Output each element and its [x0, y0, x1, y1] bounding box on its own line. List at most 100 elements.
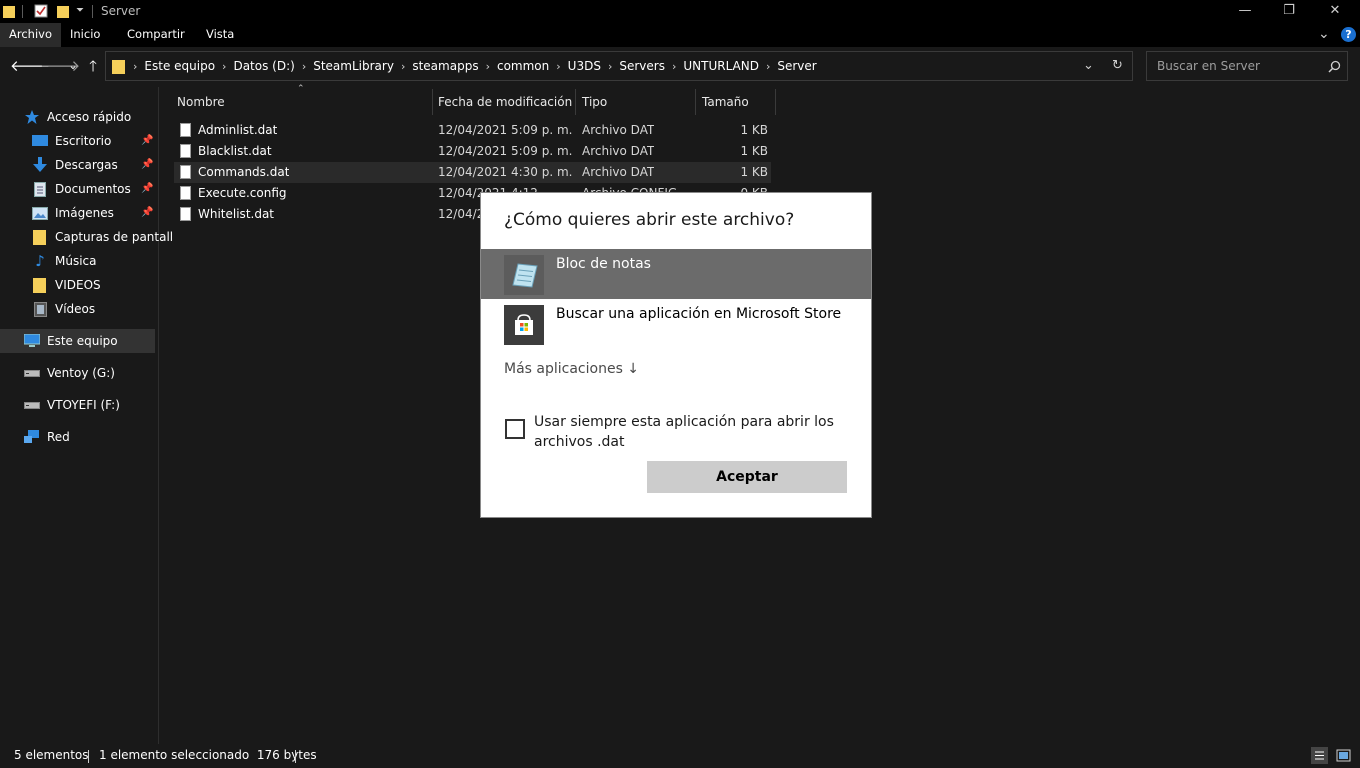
- refresh-icon[interactable]: ↻: [1112, 58, 1123, 73]
- breadcrumb-u3ds[interactable]: U3DS: [568, 59, 601, 73]
- sidebar-item-imagenes[interactable]: Imágenes: [32, 201, 114, 225]
- selection-info: 1 elemento seleccionado 176 bytes: [99, 748, 317, 762]
- folder-icon: [3, 6, 15, 18]
- tab-vista[interactable]: Vista: [197, 23, 243, 47]
- file-name: Blacklist.dat: [198, 144, 272, 158]
- always-use-checkbox[interactable]: [505, 419, 525, 439]
- large-icons-view-icon[interactable]: [1335, 747, 1352, 764]
- sidebar-item-vtoyefi[interactable]: VTOYEFI (F:): [24, 393, 120, 417]
- navigation-pane: Acceso rápido Escritorio 📌 Descargas 📌 D…: [0, 87, 173, 744]
- desktop-icon: [32, 133, 48, 149]
- back-button[interactable]: 🡐: [10, 57, 50, 75]
- sidebar-item-label: VIDEOS: [55, 278, 101, 292]
- column-divider[interactable]: [432, 89, 433, 115]
- drive-icon: [24, 365, 40, 381]
- always-use-label: Usar siempre esta aplicación para abrir …: [534, 414, 834, 450]
- documents-icon: [32, 181, 48, 197]
- sidebar-item-documentos[interactable]: Documentos: [32, 177, 131, 201]
- sidebar-item-videos[interactable]: Vídeos: [32, 297, 95, 321]
- customize-toolbar-icon[interactable]: ⏷: [76, 5, 84, 16]
- sidebar-item-label: Música: [55, 254, 97, 268]
- help-icon[interactable]: ?: [1341, 27, 1356, 42]
- network-icon: [24, 429, 40, 445]
- videos-icon: [32, 301, 48, 317]
- folder-icon: [32, 229, 48, 245]
- up-button[interactable]: 🡑: [84, 57, 102, 75]
- column-divider[interactable]: [775, 89, 776, 115]
- search-input[interactable]: [1155, 58, 1319, 74]
- column-header-name[interactable]: Nombre: [177, 89, 225, 115]
- download-icon: [32, 157, 48, 173]
- file-date: 12/04/2021 4:30 p. m.: [438, 165, 573, 179]
- column-header-date[interactable]: Fecha de modificación: [438, 89, 572, 115]
- search-box[interactable]: [1146, 51, 1348, 81]
- close-button[interactable]: ✕: [1312, 0, 1358, 23]
- navigation-bar: 🡐 🡒 ⌄ 🡑 › Este equipo › Datos (D:) › Ste…: [0, 47, 1360, 87]
- sidebar-item-red[interactable]: Red: [24, 425, 70, 449]
- sidebar-item-label: Descargas: [55, 158, 118, 172]
- more-apps-link[interactable]: Más aplicaciones ↓: [504, 361, 639, 377]
- breadcrumb: › Este equipo › Datos (D:) › SteamLibrar…: [106, 52, 817, 80]
- file-name: Whitelist.dat: [198, 207, 275, 221]
- file-name: Commands.dat: [198, 165, 290, 179]
- column-divider[interactable]: [575, 89, 576, 115]
- properties-icon[interactable]: [34, 4, 48, 18]
- tab-inicio[interactable]: Inicio: [61, 23, 109, 47]
- tab-compartir[interactable]: Compartir: [118, 23, 194, 47]
- accept-button[interactable]: Aceptar: [647, 461, 847, 493]
- app-option-store[interactable]: Buscar una aplicación en Microsoft Store: [481, 299, 871, 349]
- maximize-button[interactable]: ❐: [1266, 0, 1312, 23]
- breadcrumb-server[interactable]: Server: [777, 59, 816, 73]
- sidebar-item-acceso-rapido[interactable]: Acceso rápido: [24, 105, 131, 129]
- item-count: 5 elementos: [14, 748, 89, 762]
- new-folder-icon[interactable]: [57, 4, 69, 18]
- drive-icon: [24, 397, 40, 413]
- breadcrumb-servers[interactable]: Servers: [619, 59, 665, 73]
- forward-button[interactable]: 🡒: [40, 57, 80, 75]
- expand-ribbon-icon[interactable]: ⌄: [1318, 26, 1330, 42]
- breadcrumb-steamlibrary[interactable]: SteamLibrary: [313, 59, 394, 73]
- column-header-type[interactable]: Tipo: [582, 89, 607, 115]
- breadcrumb-common[interactable]: common: [497, 59, 549, 73]
- search-icon[interactable]: [1328, 60, 1341, 73]
- sidebar-item-descargas[interactable]: Descargas: [32, 153, 118, 177]
- recent-locations-icon[interactable]: ⌄: [64, 57, 82, 75]
- minimize-button[interactable]: —: [1222, 0, 1268, 23]
- status-bar: 5 elementos 1 elemento seleccionado 176 …: [0, 744, 1360, 768]
- notepad-icon: [504, 255, 544, 295]
- column-divider[interactable]: [695, 89, 696, 115]
- breadcrumb-steamapps[interactable]: steamapps: [412, 59, 478, 73]
- window-title: Server: [101, 4, 141, 18]
- sidebar-item-videos-folder[interactable]: VIDEOS: [32, 273, 101, 297]
- file-row[interactable]: Adminlist.dat 12/04/2021 5:09 p. m. Arch…: [174, 120, 771, 141]
- store-icon: [504, 305, 544, 345]
- file-size: 1 KB: [740, 123, 768, 137]
- pin-icon: 📌: [141, 183, 154, 194]
- file-name: Execute.config: [198, 186, 287, 200]
- file-name: Adminlist.dat: [198, 123, 278, 137]
- star-icon: [24, 109, 40, 125]
- file-size: 1 KB: [740, 165, 768, 179]
- address-bar[interactable]: › Este equipo › Datos (D:) › SteamLibrar…: [105, 51, 1133, 81]
- sidebar-item-ventoy[interactable]: Ventoy (G:): [24, 361, 115, 385]
- file-row-selected[interactable]: Commands.dat 12/04/2021 4:30 p. m. Archi…: [174, 162, 771, 183]
- app-label: Buscar una aplicación en Microsoft Store: [556, 306, 842, 322]
- sidebar-item-este-equipo[interactable]: Este equipo: [0, 329, 155, 353]
- folder-icon: [32, 277, 48, 293]
- tab-archivo[interactable]: Archivo: [0, 23, 61, 47]
- app-option-notepad[interactable]: Bloc de notas: [481, 249, 871, 299]
- details-view-icon[interactable]: [1311, 747, 1328, 764]
- sidebar-item-capturas[interactable]: Capturas de pantall: [32, 225, 173, 249]
- file-icon: [180, 144, 191, 158]
- breadcrumb-datos[interactable]: Datos (D:): [233, 59, 294, 73]
- sort-ascending-icon: ⌃: [297, 84, 305, 94]
- breadcrumb-este-equipo[interactable]: Este equipo: [144, 59, 215, 73]
- column-header-size[interactable]: Tamaño: [702, 89, 749, 115]
- file-type: Archivo DAT: [582, 165, 655, 179]
- breadcrumb-unturland[interactable]: UNTURLAND: [683, 59, 759, 73]
- file-row[interactable]: Blacklist.dat 12/04/2021 5:09 p. m. Arch…: [174, 141, 771, 162]
- address-dropdown-icon[interactable]: ⌄: [1083, 58, 1094, 73]
- pictures-icon: [32, 205, 48, 221]
- sidebar-item-escritorio[interactable]: Escritorio: [32, 129, 111, 153]
- sidebar-item-musica[interactable]: ♪ Música: [32, 249, 97, 273]
